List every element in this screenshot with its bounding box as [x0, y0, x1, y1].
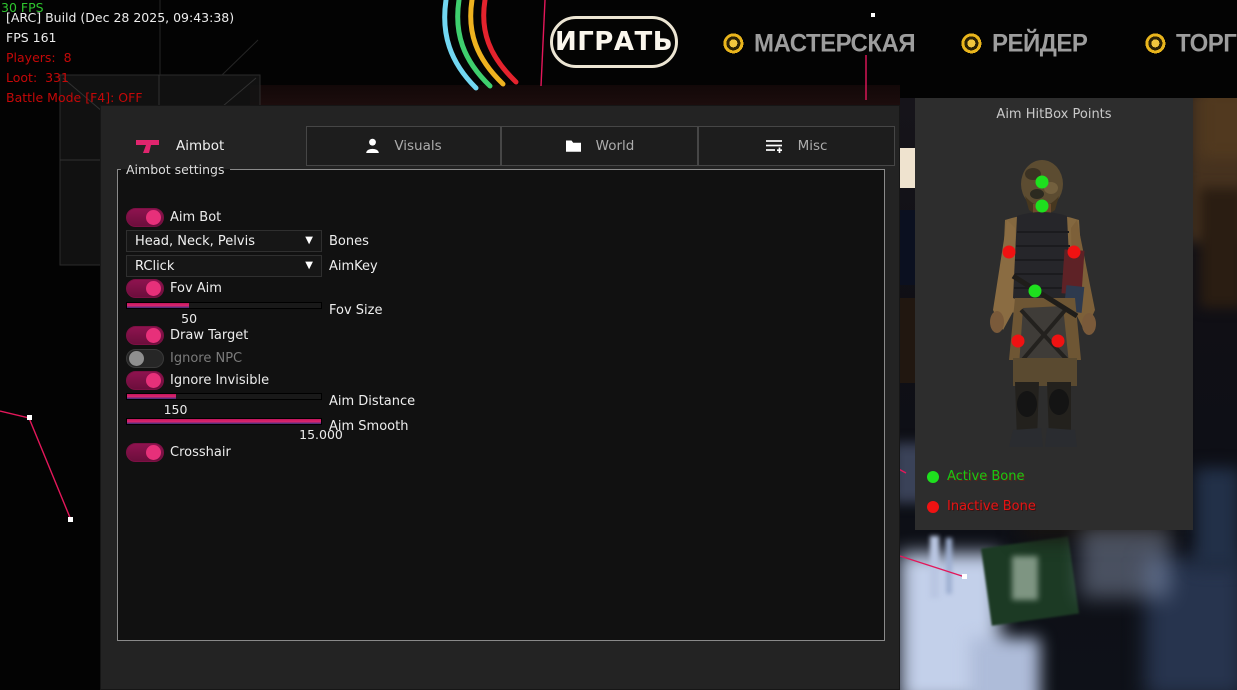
slider-fill: [127, 394, 176, 399]
menu-item-label: МАСТЕРСКАЯ: [754, 29, 915, 58]
crosshair-toggle[interactable]: [126, 443, 164, 462]
tab-label: World: [596, 138, 635, 154]
aim-distance-slider[interactable]: 150: [126, 393, 322, 400]
tab-label: Misc: [798, 138, 828, 154]
scene-snow-blob: [970, 638, 1040, 690]
scene-streak: [946, 538, 952, 594]
hud-loot-label: Loot: 331: [6, 70, 69, 85]
pistol-icon: [136, 138, 160, 154]
hud-players-label: Players: 8: [6, 50, 72, 65]
inactive-bone-dot[interactable]: [1003, 246, 1016, 259]
menu-item-trade[interactable]: ТОРГО: [1145, 30, 1237, 58]
scene-snow-blob: [1080, 528, 1170, 598]
legend-active-bone: Active Bone: [927, 469, 1024, 484]
hitbox-panel-title: Aim HitBox Points: [915, 107, 1193, 122]
fov-size-label: Fov Size: [329, 303, 382, 318]
tab-misc[interactable]: Misc: [698, 126, 895, 166]
chevron-down-icon: ▼: [305, 236, 313, 246]
toggle-knob: [146, 328, 161, 343]
bones-dropdown-value: Head, Neck, Pelvis: [135, 234, 255, 249]
scene-light-block: [900, 148, 916, 188]
slider-fill: [127, 303, 189, 308]
tab-aimbot[interactable]: Aimbot: [136, 126, 224, 166]
coin-icon: [1145, 33, 1168, 56]
slider-fill: [127, 419, 321, 424]
person-icon: [365, 138, 380, 154]
aimkey-label: AimKey: [329, 259, 378, 274]
menu-item-raider[interactable]: РЕЙДЕР: [961, 30, 1087, 58]
hud-battle-mode-label: Battle Mode [F4]: OFF: [6, 90, 143, 105]
sliders-icon: [766, 139, 784, 154]
hud-build-label: [ARC] Build (Dec 28 2025, 09:43:38): [6, 10, 234, 25]
menu-item-label: ТОРГО: [1176, 29, 1237, 58]
fov-aim-label: Fov Aim: [170, 281, 222, 296]
hitbox-panel: Aim HitBox Points: [915, 98, 1193, 530]
aimkey-dropdown[interactable]: RClick ▼: [126, 255, 322, 277]
draw-target-toggle[interactable]: [126, 326, 164, 345]
legend-inactive-label: Inactive Bone: [947, 499, 1036, 514]
screen-root: 30 FPS [ARC] Build (Dec 28 2025, 09:43:3…: [0, 0, 1237, 690]
draw-target-label: Draw Target: [170, 328, 248, 343]
active-bone-dot[interactable]: [1036, 175, 1049, 188]
toggle-knob: [146, 281, 161, 296]
ignore-invisible-label: Ignore Invisible: [170, 373, 269, 388]
tab-label: Aimbot: [176, 138, 224, 154]
hitbox-dots: [985, 158, 1105, 450]
crosshair-label: Crosshair: [170, 445, 231, 460]
active-bone-dot[interactable]: [1036, 199, 1049, 212]
aim-distance-label: Aim Distance: [329, 394, 415, 409]
coin-icon: [961, 33, 984, 56]
toggle-knob: [129, 351, 144, 366]
menu-item-workshop[interactable]: МАСТЕРСКАЯ: [723, 30, 915, 58]
scene-streak: [930, 536, 939, 598]
tab-label: Visuals: [394, 138, 441, 154]
toggle-knob: [146, 445, 161, 460]
bones-label: Bones: [329, 234, 369, 249]
play-button-label: ИГРАТЬ: [555, 27, 673, 57]
aim-smooth-label: Aim Smooth: [329, 419, 408, 434]
inactive-bone-dot[interactable]: [1051, 335, 1064, 348]
chevron-down-icon: ▼: [305, 261, 313, 271]
tab-world[interactable]: World: [501, 126, 698, 166]
fov-size-slider[interactable]: 50: [126, 302, 322, 309]
scene-brown-block: [900, 298, 916, 383]
scene-rock: [1200, 98, 1237, 158]
active-bone-icon: [927, 471, 939, 483]
scene-dark-block: [900, 210, 916, 285]
scene-sign-figure: [1012, 556, 1038, 600]
menu-item-label: РЕЙДЕР: [992, 29, 1087, 58]
scene-horizon-strip: [250, 85, 900, 105]
ignore-npc-toggle[interactable]: [126, 349, 164, 368]
bones-dropdown[interactable]: Head, Neck, Pelvis ▼: [126, 230, 322, 252]
ignore-npc-label: Ignore NPC: [170, 351, 242, 366]
active-bone-dot[interactable]: [1029, 284, 1042, 297]
hud-fps-label: FPS 161: [6, 30, 57, 45]
legend-active-label: Active Bone: [947, 469, 1024, 484]
inactive-bone-dot[interactable]: [1012, 335, 1025, 348]
ignore-invisible-toggle[interactable]: [126, 371, 164, 390]
aimkey-dropdown-value: RClick: [135, 259, 174, 274]
aim-distance-value: 150: [164, 402, 188, 417]
toggle-knob: [146, 210, 161, 225]
aim-smooth-slider[interactable]: 15.000: [126, 418, 322, 425]
group-title: Aimbot settings: [121, 162, 230, 177]
aim-bot-toggle[interactable]: [126, 208, 164, 227]
fov-size-value: 50: [181, 311, 197, 326]
aim-bot-label: Aim Bot: [170, 210, 221, 225]
play-button[interactable]: ИГРАТЬ: [550, 16, 678, 68]
player-model: [985, 158, 1105, 450]
legend-inactive-bone: Inactive Bone: [927, 499, 1036, 514]
inactive-bone-icon: [927, 501, 939, 513]
aimbot-settings-group: Aimbot settings Aim Bot Head, Neck, Pelv…: [117, 162, 885, 641]
tab-visuals[interactable]: Visuals: [306, 126, 501, 166]
toggle-knob: [146, 373, 161, 388]
coin-icon: [723, 33, 746, 56]
cheat-menu-panel: Aimbot Visuals World: [100, 105, 900, 690]
inactive-bone-dot[interactable]: [1068, 246, 1081, 259]
fov-aim-toggle[interactable]: [126, 279, 164, 298]
scene-blue-blob: [1195, 468, 1237, 568]
folder-icon: [565, 139, 582, 153]
scene-rock: [1200, 188, 1237, 308]
